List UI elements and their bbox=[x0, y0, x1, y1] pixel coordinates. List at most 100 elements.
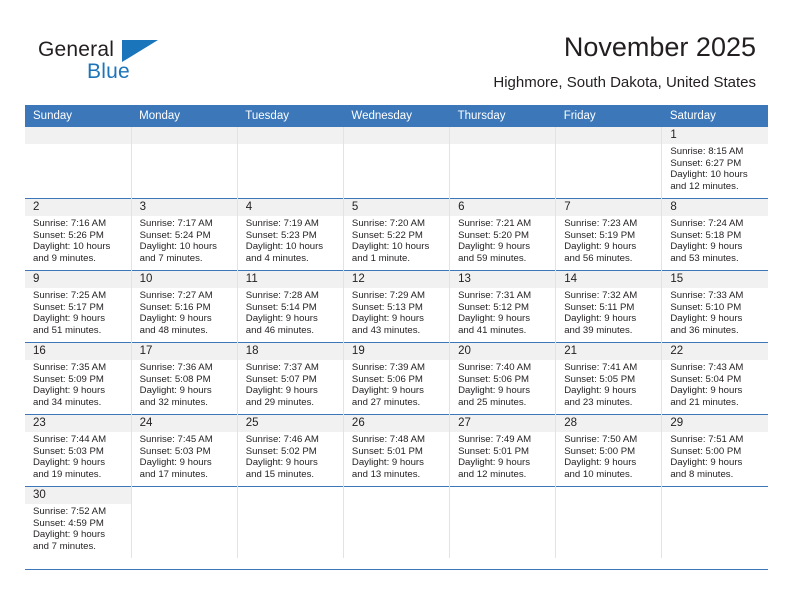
sunset-text: Sunset: 5:23 PM bbox=[245, 229, 317, 241]
weekday-header-row: Sunday Monday Tuesday Wednesday Thursday… bbox=[25, 105, 768, 127]
day-details: Sunrise: 7:19 AM Sunset: 5:23 PM Daylight:… bbox=[238, 216, 343, 264]
day-cell-inner: 17 Sunrise: 7:36 AM Sunset: 5:08 PM Dayligh… bbox=[131, 343, 237, 414]
sunset-text: Sunset: 5:20 PM bbox=[458, 229, 529, 241]
calendar-day-cell[interactable]: 8 Sunrise: 7:24 AM Sunset: 5:18 PM Daylight… bbox=[661, 198, 768, 271]
day-cell-inner bbox=[343, 487, 450, 558]
day-number: 11 bbox=[237, 271, 343, 288]
weekday-header-tuesday: Tuesday bbox=[237, 105, 344, 127]
day-cell-inner: 25 Sunrise: 7:46 AM Sunset: 5:02 PM Dayligh… bbox=[237, 415, 343, 486]
calendar-day-cell[interactable]: 16 Sunrise: 7:35 AM Sunset: 5:09 PM Dayligh… bbox=[25, 342, 132, 415]
weekday-header-wednesday: Wednesday bbox=[343, 105, 450, 127]
day-number: 20 bbox=[450, 343, 556, 360]
calendar-day-cell[interactable]: 4 Sunrise: 7:19 AM Sunset: 5:23 PM Daylight… bbox=[236, 198, 344, 271]
calendar-day-cell[interactable]: 5 Sunrise: 7:20 AM Sunset: 5:22 PM Daylight… bbox=[342, 198, 450, 271]
weekday-header-saturday: Saturday bbox=[661, 105, 768, 127]
daylight-text-line1: Daylight: 10 hours bbox=[33, 241, 111, 253]
location-subtitle: Highmore, South Dakota, United States bbox=[493, 74, 756, 91]
calendar-day-cell[interactable]: 2 Sunrise: 7:16 AM Sunset: 5:26 PM Daylight… bbox=[25, 198, 132, 271]
calendar-day-cell[interactable]: 6 Sunrise: 7:21 AM Sunset: 5:20 PM Daylight… bbox=[449, 198, 556, 271]
calendar-week-row: 16 Sunrise: 7:35 AM Sunset: 5:09 PM Dayligh… bbox=[25, 342, 768, 415]
sunrise-text: Sunrise: 7:33 AM bbox=[670, 290, 744, 301]
sunset-text: Sunset: 5:17 PM bbox=[33, 301, 104, 313]
day-cell-inner bbox=[237, 127, 343, 198]
sunset-text: Sunset: 5:03 PM bbox=[139, 445, 211, 457]
calendar-day-cell[interactable]: 25 Sunrise: 7:46 AM Sunset: 5:02 PM Dayligh… bbox=[236, 414, 344, 487]
calendar-day-cell[interactable]: 26 Sunrise: 7:48 AM Sunset: 5:01 PM Dayligh… bbox=[342, 414, 450, 487]
sunrise-text: Sunrise: 7:43 AM bbox=[670, 362, 744, 373]
day-number: 29 bbox=[662, 415, 768, 432]
calendar-day-cell[interactable]: 3 Sunrise: 7:17 AM Sunset: 5:24 PM Daylight… bbox=[130, 198, 238, 271]
calendar-day-cell[interactable]: 10 Sunrise: 7:27 AM Sunset: 5:16 PM Dayligh… bbox=[130, 270, 238, 343]
day-cell-inner: 21 Sunrise: 7:41 AM Sunset: 5:05 PM Dayligh… bbox=[556, 343, 662, 414]
day-cell-inner: 4 Sunrise: 7:19 AM Sunset: 5:23 PM Daylight… bbox=[237, 199, 343, 270]
daylight-text-line2: and 39 minutes. bbox=[564, 324, 633, 336]
day-number bbox=[343, 127, 450, 144]
calendar-day-cell[interactable]: 9 Sunrise: 7:25 AM Sunset: 5:17 PM Daylight… bbox=[25, 270, 132, 343]
day-number bbox=[450, 487, 556, 504]
day-number bbox=[131, 127, 237, 144]
general-blue-logo[interactable]: General Blue bbox=[38, 38, 218, 90]
sunrise-text: Sunrise: 7:49 AM bbox=[458, 434, 532, 445]
day-cell-inner: 3 Sunrise: 7:17 AM Sunset: 5:24 PM Daylight… bbox=[131, 199, 237, 270]
daylight-text-line2: and 51 minutes. bbox=[33, 324, 102, 336]
daylight-text-line1: Daylight: 9 hours bbox=[33, 457, 105, 469]
calendar-day-cell[interactable]: 18 Sunrise: 7:37 AM Sunset: 5:07 PM Dayligh… bbox=[236, 342, 344, 415]
calendar-day-cell[interactable]: 28 Sunrise: 7:50 AM Sunset: 5:00 PM Dayligh… bbox=[555, 414, 662, 487]
daylight-text-line1: Daylight: 9 hours bbox=[139, 385, 212, 397]
daylight-text-line1: Daylight: 9 hours bbox=[33, 385, 105, 397]
calendar-day-cell[interactable]: 29 Sunrise: 7:51 AM Sunset: 5:00 PM Dayligh… bbox=[661, 414, 768, 487]
daylight-text-line2: and 27 minutes. bbox=[351, 396, 421, 408]
calendar-day-cell[interactable]: 22 Sunrise: 7:43 AM Sunset: 5:04 PM Dayligh… bbox=[661, 342, 768, 415]
day-cell-inner bbox=[556, 487, 662, 558]
daylight-text-line2: and 4 minutes. bbox=[245, 252, 309, 264]
day-number: 15 bbox=[662, 271, 768, 288]
sunrise-text: Sunrise: 7:20 AM bbox=[351, 218, 425, 229]
calendar-day-cell[interactable]: 17 Sunrise: 7:36 AM Sunset: 5:08 PM Dayligh… bbox=[130, 342, 238, 415]
sunset-text: Sunset: 5:03 PM bbox=[33, 445, 104, 457]
calendar-day-cell[interactable]: 13 Sunrise: 7:31 AM Sunset: 5:12 PM Dayligh… bbox=[449, 270, 556, 343]
daylight-text-line1: Daylight: 9 hours bbox=[564, 241, 637, 253]
calendar-empty-cell bbox=[130, 127, 238, 199]
calendar-day-cell[interactable]: 19 Sunrise: 7:39 AM Sunset: 5:06 PM Dayligh… bbox=[342, 342, 450, 415]
day-number: 24 bbox=[131, 415, 237, 432]
daylight-text-line2: and 59 minutes. bbox=[458, 252, 527, 264]
day-number bbox=[343, 487, 450, 504]
calendar-day-cell[interactable]: 21 Sunrise: 7:41 AM Sunset: 5:05 PM Dayligh… bbox=[555, 342, 662, 415]
day-cell-inner: 14 Sunrise: 7:32 AM Sunset: 5:11 PM Dayligh… bbox=[556, 271, 662, 342]
day-number: 2 bbox=[25, 199, 131, 216]
calendar-day-cell[interactable]: 15 Sunrise: 7:33 AM Sunset: 5:10 PM Dayligh… bbox=[661, 270, 768, 343]
daylight-text-line2: and 13 minutes. bbox=[351, 468, 421, 480]
sunrise-text: Sunrise: 8:15 AM bbox=[670, 146, 744, 157]
calendar-day-cell[interactable]: 14 Sunrise: 7:32 AM Sunset: 5:11 PM Dayligh… bbox=[555, 270, 662, 343]
calendar-day-cell[interactable]: 24 Sunrise: 7:45 AM Sunset: 5:03 PM Dayligh… bbox=[130, 414, 238, 487]
sunset-text: Sunset: 5:00 PM bbox=[670, 445, 742, 457]
day-details: Sunrise: 7:37 AM Sunset: 5:07 PM Daylight:… bbox=[238, 360, 343, 408]
daylight-text-line2: and 9 minutes. bbox=[33, 252, 96, 264]
sunrise-text: Sunrise: 7:48 AM bbox=[351, 434, 425, 445]
calendar-day-cell[interactable]: 30 Sunrise: 7:52 AM Sunset: 4:59 PM Dayligh… bbox=[25, 486, 132, 558]
sunrise-text: Sunrise: 7:17 AM bbox=[139, 218, 213, 229]
day-number: 18 bbox=[237, 343, 343, 360]
day-details: Sunrise: 7:23 AM Sunset: 5:19 PM Daylight:… bbox=[556, 216, 661, 264]
day-cell-inner: 15 Sunrise: 7:33 AM Sunset: 5:10 PM Dayligh… bbox=[662, 271, 768, 342]
daylight-text-line1: Daylight: 9 hours bbox=[670, 457, 743, 469]
day-details: Sunrise: 7:25 AM Sunset: 5:17 PM Daylight:… bbox=[25, 288, 131, 336]
day-number: 28 bbox=[556, 415, 662, 432]
calendar-day-cell[interactable]: 7 Sunrise: 7:23 AM Sunset: 5:19 PM Daylight… bbox=[555, 198, 662, 271]
calendar-day-cell[interactable]: 11 Sunrise: 7:28 AM Sunset: 5:14 PM Dayligh… bbox=[236, 270, 344, 343]
day-details: Sunrise: 7:20 AM Sunset: 5:22 PM Daylight:… bbox=[344, 216, 449, 264]
sunrise-text: Sunrise: 7:35 AM bbox=[33, 362, 107, 373]
day-cell-inner bbox=[237, 487, 343, 558]
day-cell-inner bbox=[556, 127, 662, 198]
daylight-text-line2: and 36 minutes. bbox=[670, 324, 739, 336]
calendar-day-cell[interactable]: 27 Sunrise: 7:49 AM Sunset: 5:01 PM Dayligh… bbox=[449, 414, 556, 487]
calendar-day-cell[interactable]: 20 Sunrise: 7:40 AM Sunset: 5:06 PM Dayligh… bbox=[449, 342, 556, 415]
calendar-day-cell[interactable]: 23 Sunrise: 7:44 AM Sunset: 5:03 PM Dayligh… bbox=[25, 414, 132, 487]
daylight-text-line1: Daylight: 10 hours bbox=[245, 241, 324, 253]
daylight-text-line1: Daylight: 9 hours bbox=[245, 457, 318, 469]
sunset-text: Sunset: 5:22 PM bbox=[351, 229, 423, 241]
daylight-text-line2: and 21 minutes. bbox=[670, 396, 739, 408]
calendar-day-cell[interactable]: 12 Sunrise: 7:29 AM Sunset: 5:13 PM Dayligh… bbox=[342, 270, 450, 343]
daylight-text-line2: and 56 minutes. bbox=[564, 252, 633, 264]
calendar-day-cell[interactable]: 1 Sunrise: 8:15 AM Sunset: 6:27 PM Daylight… bbox=[661, 127, 768, 199]
